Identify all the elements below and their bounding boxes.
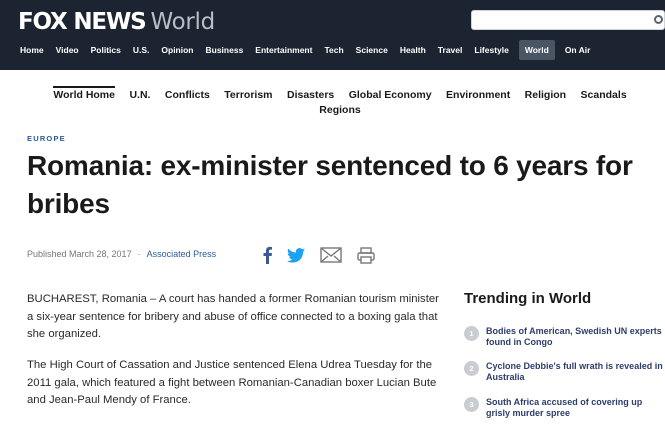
nav-home[interactable]: Home bbox=[0, 40, 50, 60]
trending-rank-badge: 3 bbox=[464, 397, 479, 412]
main-nav: Home Video Politics U.S. Opinion Busines… bbox=[0, 40, 596, 60]
share-email-button[interactable] bbox=[319, 244, 343, 266]
nav-video[interactable]: Video bbox=[50, 40, 85, 60]
site-header: FOX NEWS World Home Video Politics U.S. … bbox=[0, 0, 665, 70]
email-icon bbox=[320, 247, 342, 263]
trending-link[interactable]: Bodies of American, Swedish UN experts f… bbox=[486, 326, 665, 348]
nav-on-air[interactable]: On Air bbox=[559, 40, 597, 60]
subnav-environment[interactable]: Environment bbox=[446, 88, 510, 102]
subnav-scandals[interactable]: Scandals bbox=[581, 88, 627, 102]
trending-rank-badge: 2 bbox=[464, 361, 479, 376]
article-source[interactable]: Associated Press bbox=[147, 249, 217, 259]
subnav-disasters[interactable]: Disasters bbox=[287, 88, 334, 102]
print-icon bbox=[357, 246, 375, 264]
nav-entertainment[interactable]: Entertainment bbox=[249, 40, 318, 60]
trending-item[interactable]: 2 Cyclone Debbie's full wrath is reveale… bbox=[464, 361, 664, 391]
facebook-icon bbox=[263, 246, 272, 264]
nav-politics[interactable]: Politics bbox=[85, 40, 127, 60]
nav-health[interactable]: Health bbox=[394, 40, 432, 60]
trending-rank-badge: 1 bbox=[464, 326, 479, 341]
search-icon[interactable] bbox=[651, 13, 665, 27]
nav-business[interactable]: Business bbox=[200, 40, 250, 60]
subnav-religion[interactable]: Religion bbox=[525, 88, 566, 102]
share-twitter-button[interactable] bbox=[286, 244, 306, 266]
nav-lifestyle[interactable]: Lifestyle bbox=[468, 40, 515, 60]
nav-tech[interactable]: Tech bbox=[318, 40, 349, 60]
site-logo[interactable]: FOX NEWS World bbox=[18, 9, 215, 35]
subnav-terrorism[interactable]: Terrorism bbox=[224, 88, 272, 102]
article-category[interactable]: EUROPE bbox=[27, 134, 66, 143]
trending-title: Trending in World bbox=[464, 290, 592, 307]
article-headline: Romania: ex-minister sentenced to 6 year… bbox=[27, 150, 633, 219]
trending-item[interactable]: 1 Bodies of American, Swedish UN experts… bbox=[464, 326, 664, 356]
search-box[interactable] bbox=[471, 10, 665, 30]
article-paragraph: The High Court of Cassation and Justice … bbox=[27, 359, 437, 406]
nav-science[interactable]: Science bbox=[350, 40, 394, 60]
article-paragraph: BUCHAREST, Romania – A court has handed … bbox=[27, 293, 439, 340]
subnav-conflicts[interactable]: Conflicts bbox=[165, 88, 210, 102]
article-meta: Published March 28, 2017 · Associated Pres… bbox=[27, 249, 216, 259]
publish-date: Published March 28, 2017 bbox=[27, 249, 132, 259]
share-facebook-button[interactable] bbox=[258, 244, 276, 266]
nav-travel[interactable]: Travel bbox=[432, 40, 469, 60]
nav-world[interactable]: World bbox=[518, 40, 555, 60]
subnav-world-home[interactable]: World Home bbox=[53, 86, 115, 102]
trending-item[interactable]: 3 South Africa accused of covering up gr… bbox=[464, 397, 664, 427]
subnav-global-economy[interactable]: Global Economy bbox=[349, 88, 432, 102]
nav-opinion[interactable]: Opinion bbox=[155, 40, 199, 60]
share-print-button[interactable] bbox=[356, 244, 376, 266]
logo-wordmark: FOX NEWS bbox=[18, 9, 147, 35]
nav-us[interactable]: U.S. bbox=[127, 40, 156, 60]
trending-link[interactable]: Cyclone Debbie's full wrath is revealed … bbox=[486, 361, 665, 383]
meta-separator: · bbox=[137, 249, 141, 259]
section-subnav: World Home U.N. Conflicts Terrorism Disa… bbox=[40, 86, 640, 117]
twitter-icon bbox=[287, 247, 305, 263]
search-input[interactable] bbox=[472, 12, 664, 30]
logo-section-name: World bbox=[150, 9, 215, 35]
subnav-un[interactable]: U.N. bbox=[129, 88, 150, 102]
subnav-regions[interactable]: Regions bbox=[319, 103, 360, 117]
trending-link[interactable]: South Africa accused of covering up gris… bbox=[486, 397, 665, 419]
